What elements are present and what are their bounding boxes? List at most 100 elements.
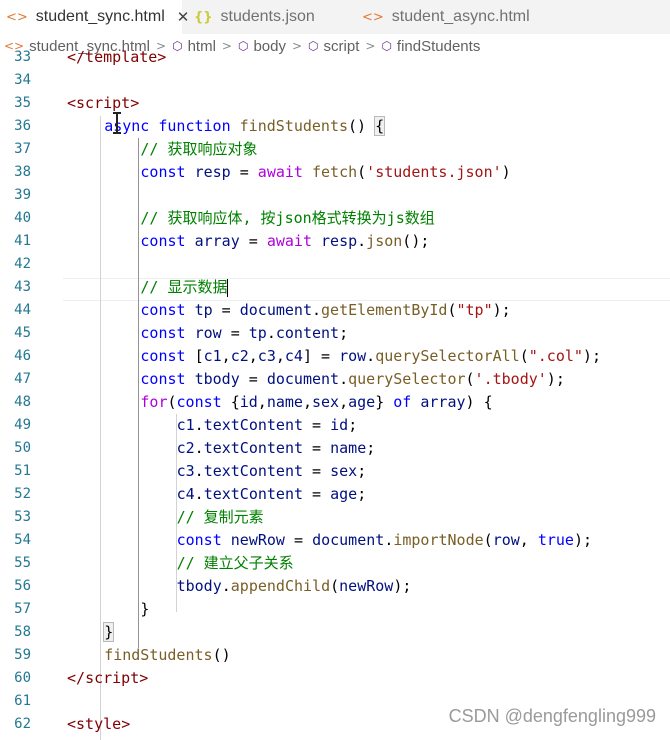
code-token: id xyxy=(239,393,258,411)
code-token: [ xyxy=(185,347,204,365)
code-line[interactable]: 46 const [c1,c2,c3,c4] = row.querySelecto… xyxy=(0,345,670,368)
code-line[interactable]: 44 const tp = document.getElementById("tp… xyxy=(0,299,670,322)
code-line[interactable]: 53 // 复制元素 xyxy=(0,506,670,529)
code-token: ; xyxy=(366,439,376,457)
code-line[interactable]: 52 c4.textContent = age; xyxy=(0,483,670,506)
code-token: tp xyxy=(194,301,213,319)
line-number: 53 xyxy=(14,509,31,525)
code-token: json xyxy=(366,232,403,250)
code-token: true xyxy=(537,531,574,549)
code-text: } xyxy=(103,621,115,644)
code-line[interactable]: 34 xyxy=(0,69,670,92)
code-line[interactable]: 43 // 显示数据 xyxy=(0,276,670,299)
code-token: , xyxy=(519,531,538,549)
line-number: 47 xyxy=(14,371,31,387)
code-token: const xyxy=(176,393,222,411)
code-token: row xyxy=(194,324,222,342)
line-number: 41 xyxy=(14,233,31,249)
code-token: tp xyxy=(248,324,267,342)
code-line[interactable]: 37 // 获取响应对象 xyxy=(0,138,670,161)
tab-label: student_async.html xyxy=(391,8,530,25)
code-token: > xyxy=(121,715,131,733)
code-line[interactable]: 55 // 建立父子关系 xyxy=(0,552,670,575)
code-line[interactable]: 49 c1.textContent = id; xyxy=(0,414,670,437)
code-token: for xyxy=(140,393,168,411)
line-number: 39 xyxy=(14,187,31,203)
code-line[interactable]: 40 // 获取响应体, 按json格式转换为js数组 xyxy=(0,207,670,230)
code-token: ( xyxy=(519,347,529,365)
code-token: // 获取响应体, 按json格式转换为js数组 xyxy=(140,209,435,227)
code-token: = xyxy=(212,301,240,319)
code-token: ( xyxy=(483,531,493,549)
code-line[interactable]: 47 const tbody = document.querySelector('… xyxy=(0,368,670,391)
code-line[interactable]: 50 c2.textContent = name; xyxy=(0,437,670,460)
code-token: = xyxy=(284,531,313,549)
line-number: 56 xyxy=(14,578,31,594)
code-token: { xyxy=(374,116,386,136)
line-number: 37 xyxy=(14,141,31,157)
code-token: () xyxy=(348,117,376,135)
code-line[interactable]: 36 async function findStudents() { xyxy=(0,115,670,138)
tab-students-json[interactable]: {} students.json xyxy=(182,0,354,34)
code-token: , xyxy=(248,347,258,365)
code-line[interactable]: 54 const newRow = document.importNode(row… xyxy=(0,529,670,552)
code-line[interactable]: 58} xyxy=(0,621,670,644)
code-line[interactable]: 51 c3.textContent = sex; xyxy=(0,460,670,483)
code-line[interactable]: 59 findStudents() xyxy=(0,644,670,667)
code-token: . xyxy=(266,324,276,342)
code-line[interactable]: 56 tbody.appendChild(newRow); xyxy=(0,575,670,598)
code-token: . xyxy=(366,347,376,365)
line-number: 57 xyxy=(14,601,31,617)
code-token: c2 xyxy=(176,439,195,457)
code-token: c1 xyxy=(203,347,222,365)
code-line[interactable]: 60 </script> xyxy=(0,667,670,690)
code-token: ) { xyxy=(465,393,493,411)
code-token: function xyxy=(158,117,231,135)
code-token: ] = xyxy=(302,347,340,365)
line-number: 62 xyxy=(14,716,31,732)
code-token: getElementById xyxy=(321,301,448,319)
code-token: querySelectorAll xyxy=(375,347,520,365)
code-token: ; xyxy=(339,324,349,342)
html-file-icon: <> xyxy=(362,9,384,25)
line-number: 45 xyxy=(14,325,31,341)
line-number: 38 xyxy=(14,164,31,180)
code-token: ); xyxy=(573,531,593,549)
code-token: appendChild xyxy=(230,577,331,595)
code-token: = xyxy=(230,163,258,181)
code-line[interactable]: 33 </template> xyxy=(0,46,670,69)
code-line[interactable]: 48 for(const {id,name,sex,age} of array) … xyxy=(0,391,670,414)
line-number: 61 xyxy=(14,693,31,709)
code-token: sex xyxy=(330,462,358,480)
code-line[interactable]: 45 const row = tp.content; xyxy=(0,322,670,345)
code-token: row xyxy=(339,347,367,365)
line-number: 48 xyxy=(14,394,31,410)
tab-student-sync[interactable]: <> student_sync.html ✕ xyxy=(0,0,189,34)
code-line[interactable]: 41 const array = await resp.json(); xyxy=(0,230,670,253)
code-line[interactable]: 39 xyxy=(0,184,670,207)
code-token: row xyxy=(492,531,520,549)
code-token: // 获取响应对象 xyxy=(140,140,258,158)
code-token: const xyxy=(140,347,186,365)
code-editor[interactable]: 33 </template> 34 35 <script> 36 async functio… xyxy=(0,48,670,740)
code-text: const tbody = document.querySelector('.t… xyxy=(140,368,564,391)
tab-student-async[interactable]: <> student_async.html xyxy=(352,0,552,34)
code-token: const xyxy=(140,301,186,319)
code-token: </ xyxy=(67,669,86,687)
code-line[interactable]: 42 xyxy=(0,253,670,276)
code-text: const array = await resp.json(); xyxy=(140,230,429,253)
code-text: for(const {id,name,sex,age} of array) { xyxy=(140,391,492,414)
code-token: . xyxy=(221,577,231,595)
code-line[interactable]: 35 <script> xyxy=(0,92,670,115)
code-token: '.tbody' xyxy=(474,370,547,388)
line-number: 44 xyxy=(14,302,31,318)
code-token: textContent xyxy=(203,462,304,480)
code-text: // 获取响应对象 xyxy=(140,138,257,161)
code-line[interactable]: 38 const resp = await fetch('students.jso… xyxy=(0,161,670,184)
watermark: CSDN @dengfengling999 xyxy=(448,706,656,726)
code-line[interactable]: 57} xyxy=(0,598,670,621)
code-token: } xyxy=(140,600,150,618)
code-text: </template> xyxy=(67,46,166,69)
